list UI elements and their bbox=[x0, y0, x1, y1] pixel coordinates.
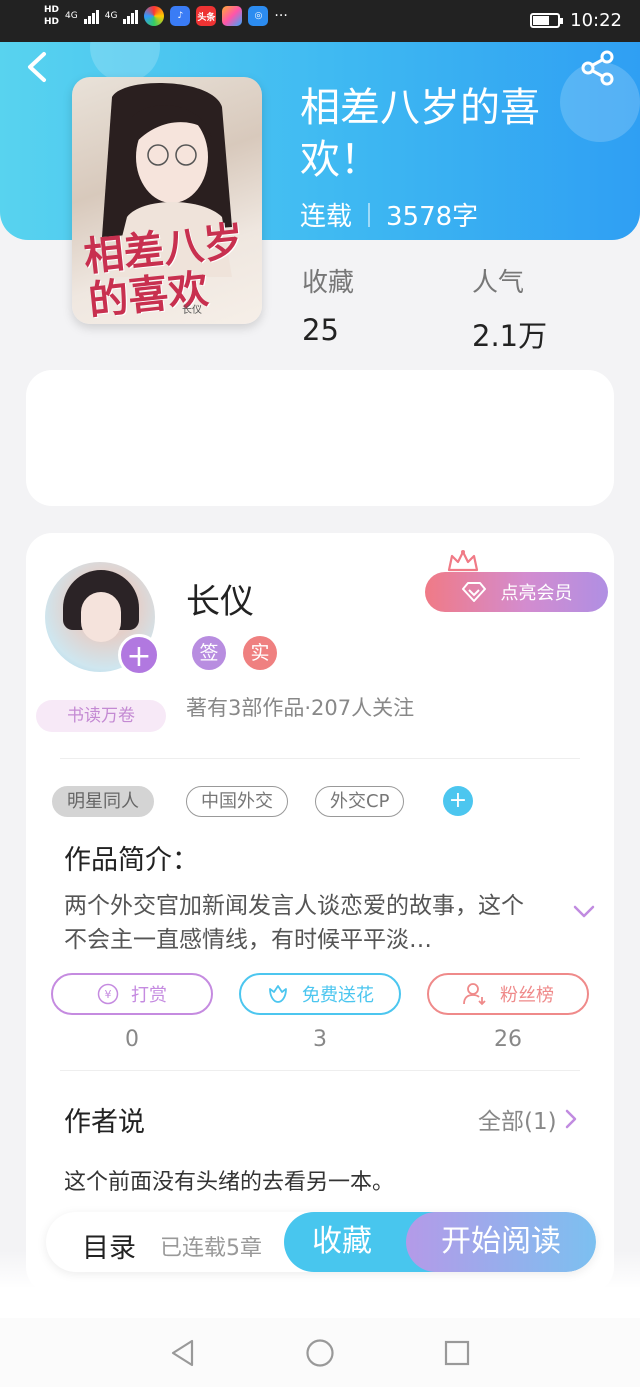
app-puzzle-icon bbox=[222, 6, 243, 26]
status-bar: HD HD 4G 4G ♪ 头条 ◎ ··· 10:22 bbox=[0, 0, 640, 42]
reward-count: 0 bbox=[125, 1027, 139, 1052]
follow-author-button[interactable]: + bbox=[118, 634, 160, 676]
table-of-contents-button[interactable]: 目录 bbox=[82, 1226, 136, 1265]
tag-item[interactable]: 明星同人 bbox=[52, 786, 154, 817]
network-2-label: 4G bbox=[104, 11, 118, 21]
view-all-link[interactable]: 全部(1) bbox=[478, 1102, 577, 1136]
reward-button[interactable]: ¥ 打赏 bbox=[51, 973, 213, 1015]
hd-indicator: HD HD bbox=[44, 4, 59, 28]
cover-title: 相差八岁的喜欢 bbox=[81, 217, 246, 324]
stat-value: 2.1万 bbox=[472, 319, 548, 353]
add-tag-button[interactable]: + bbox=[443, 786, 473, 816]
fan-ranking-label: 粉丝榜 bbox=[500, 985, 554, 1006]
fan-ranking-button[interactable]: 粉丝榜 bbox=[427, 973, 589, 1015]
view-all-label: 全部(1) bbox=[478, 1109, 557, 1135]
signed-badge: 签 bbox=[192, 636, 226, 670]
flower-count: 3 bbox=[313, 1027, 327, 1052]
bottom-action-bar: 目录 已连载5章 收藏 开始阅读 bbox=[46, 1212, 596, 1272]
cover-author: 长仪 bbox=[182, 305, 202, 316]
stat-popularity: 人气 2.1万 bbox=[472, 262, 547, 355]
chapter-count: 已连载5章 bbox=[160, 1236, 262, 1261]
status-left: HD HD 4G 4G ♪ 头条 ◎ ··· bbox=[44, 4, 288, 28]
author-says-text: 这个前面没有头绪的去看另一本。 bbox=[64, 1170, 395, 1195]
intro-text: 两个外交官加新闻发言人谈恋爱的故事，这个不会主一直感情线，有时候平平淡… bbox=[64, 893, 524, 953]
nav-recent-icon[interactable] bbox=[442, 1338, 472, 1368]
signal-1-icon bbox=[83, 8, 99, 24]
reward-label: 打赏 bbox=[131, 985, 167, 1006]
chevron-down-icon[interactable] bbox=[572, 904, 596, 920]
app-music-icon: ♪ bbox=[170, 6, 191, 26]
stat-collect: 收藏 25 bbox=[302, 262, 354, 347]
stat-value: 25 bbox=[302, 313, 339, 347]
nav-back-icon[interactable] bbox=[168, 1338, 198, 1368]
stat-label: 收藏 bbox=[302, 268, 355, 298]
free-flower-label: 免费送花 bbox=[302, 985, 374, 1006]
fan-count: 26 bbox=[494, 1027, 522, 1052]
start-reading-button[interactable]: 开始阅读 bbox=[406, 1212, 596, 1272]
activate-membership-button[interactable]: 点亮会员 bbox=[425, 572, 608, 612]
back-icon[interactable] bbox=[22, 50, 52, 84]
book-title: 相差八岁的喜欢！ bbox=[300, 85, 540, 183]
meta-divider bbox=[368, 202, 371, 227]
word-count: 3578字 bbox=[386, 202, 479, 232]
hd-bottom-label: HD bbox=[44, 17, 60, 27]
book-meta: 连载 3578字 bbox=[300, 196, 478, 233]
book-cover[interactable]: 相差八岁的喜欢 长仪 bbox=[72, 77, 262, 324]
network-1-label: 4G bbox=[65, 11, 78, 21]
crown-icon bbox=[447, 550, 479, 572]
blank-card bbox=[26, 370, 614, 506]
status-right: 10:22 bbox=[530, 10, 622, 31]
book-status: 连载 bbox=[300, 202, 353, 232]
fan-icon bbox=[463, 983, 486, 1006]
tag-item[interactable]: 外交CP bbox=[315, 786, 405, 817]
clock: 10:22 bbox=[570, 10, 622, 31]
avatar-face bbox=[81, 592, 121, 642]
system-navigation-bar bbox=[0, 1318, 640, 1387]
chevron-right-icon bbox=[565, 1109, 576, 1129]
author-says-title: 作者说 bbox=[64, 1107, 145, 1138]
hd-top-label: HD bbox=[44, 5, 60, 15]
app-browser-icon bbox=[144, 6, 165, 26]
divider bbox=[60, 758, 580, 759]
tag-item[interactable]: 中国外交 bbox=[186, 786, 288, 817]
app-search-icon: ◎ bbox=[248, 6, 269, 26]
member-button-label: 点亮会员 bbox=[500, 583, 573, 604]
app-news-icon: 头条 bbox=[196, 6, 217, 26]
more-notifications-icon: ··· bbox=[274, 8, 288, 24]
yen-icon: ¥ bbox=[97, 983, 119, 1005]
flower-icon bbox=[269, 985, 287, 1003]
svg-text:¥: ¥ bbox=[105, 988, 112, 1001]
author-summary: 著有3部作品·207人关注 bbox=[186, 696, 415, 720]
stat-label: 人气 bbox=[472, 268, 525, 298]
author-name[interactable]: 长仪 bbox=[186, 574, 254, 623]
share-icon[interactable] bbox=[580, 50, 616, 86]
diamond-icon bbox=[461, 582, 486, 602]
verified-badge: 实 bbox=[243, 636, 277, 670]
reader-badge: 书读万卷 bbox=[36, 700, 166, 732]
decor-bubble bbox=[90, 42, 160, 82]
divider bbox=[60, 1070, 580, 1071]
free-flower-button[interactable]: 免费送花 bbox=[239, 973, 401, 1015]
signal-2-icon bbox=[123, 8, 139, 24]
intro-title: 作品简介： bbox=[64, 845, 199, 876]
nav-home-icon[interactable] bbox=[305, 1338, 335, 1368]
battery-icon bbox=[530, 13, 564, 28]
